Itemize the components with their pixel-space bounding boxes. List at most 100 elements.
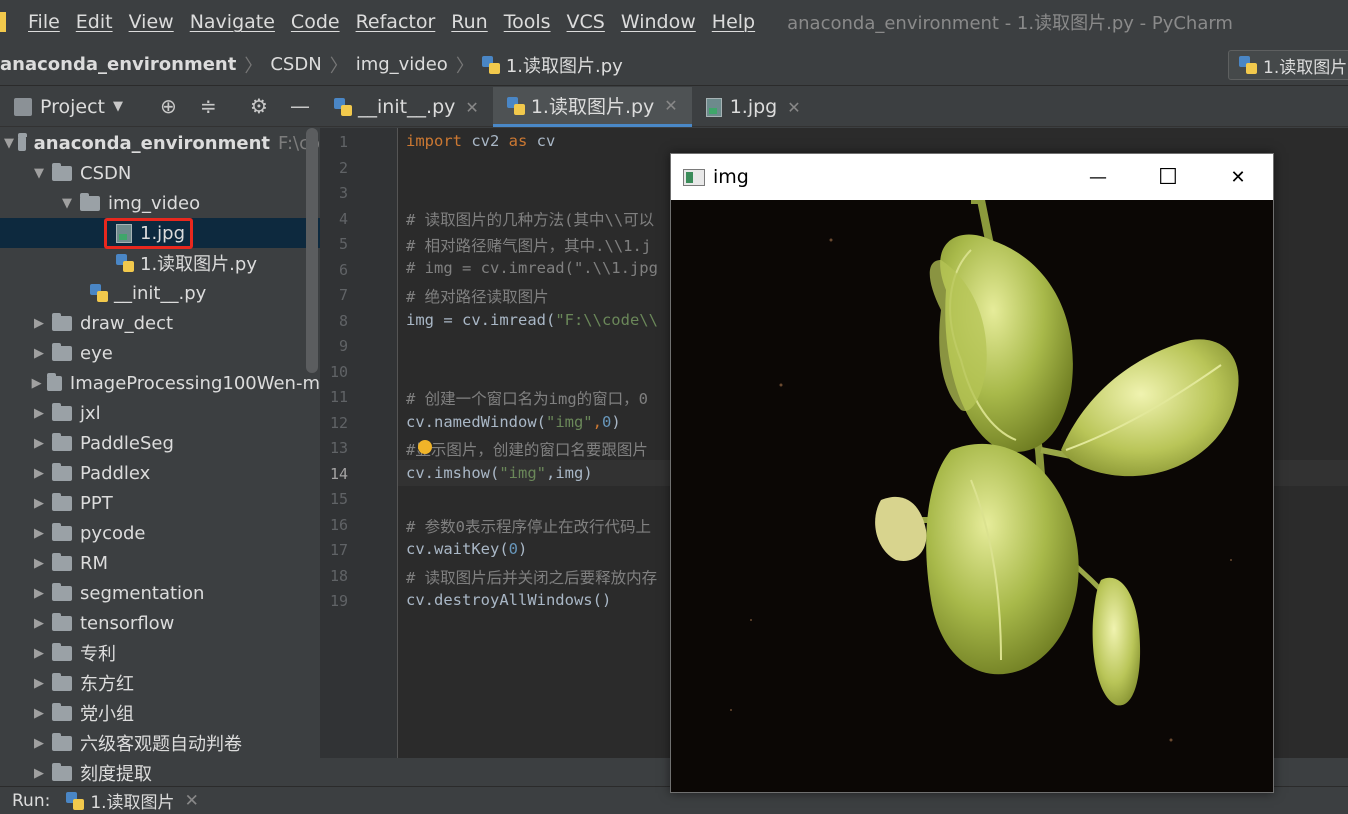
code-line[interactable]: # 绝对路径读取图片 [406,285,549,307]
minimize-button[interactable]: — [1063,154,1133,200]
line-number: 11 [329,388,348,406]
tree-item-folder[interactable]: ▶ PaddleSeg [0,428,320,458]
breadcrumb-img-video[interactable]: img_video [356,54,448,75]
tree-item-folder[interactable]: ▶ PPT [0,488,320,518]
opencv-image-window[interactable]: img — ☐ ✕ [670,153,1274,793]
code-line[interactable]: import cv2 as cv [406,132,555,150]
tree-item-folder[interactable]: ▶ draw_dect [0,308,320,338]
breadcrumb-file[interactable]: 1.读取图片.py [481,52,623,78]
image-window-titlebar[interactable]: img — ☐ ✕ [671,154,1273,200]
code-line[interactable]: cv.waitKey(0) [406,540,527,558]
code-line[interactable]: #显示图片，创建的窗口名要跟图片 [406,438,648,460]
folder-icon [18,132,27,151]
menu-window[interactable]: Window [613,11,704,33]
collapse-all-icon[interactable]: ≑ [200,94,217,118]
expand-arrow-icon[interactable]: ▶ [30,676,48,691]
expand-arrow-icon[interactable]: ▶ [30,316,48,331]
chevron-right-icon: 〉 [244,55,263,77]
expand-arrow-icon[interactable]: ▶ [30,406,48,421]
red-annotation-box [104,218,193,249]
expand-arrow-icon[interactable]: ▶ [30,556,48,571]
code-line[interactable]: # 读取图片的几种方法(其中\\可以 [406,208,654,230]
expand-arrow-icon[interactable]: ▼ [4,136,14,151]
expand-arrow-icon[interactable]: ▶ [30,466,48,481]
expand-arrow-icon[interactable]: ▼ [58,196,76,211]
tree-item-img-video[interactable]: ▼ img_video [0,188,320,218]
tree-item-root[interactable]: ▼ anaconda_environment F:\co [0,128,320,158]
menu-tools[interactable]: Tools [496,11,559,33]
tree-item-label: CSDN [80,162,132,184]
lightbulb-icon[interactable] [418,440,432,454]
code-line[interactable]: cv.namedWindow("img",0) [406,413,621,431]
chevron-down-icon[interactable]: ▼ [113,99,123,114]
tree-item-label: img_video [108,192,201,214]
close-window-button[interactable]: ✕ [1203,154,1273,200]
expand-arrow-icon[interactable]: ▶ [30,436,48,451]
tree-item-folder[interactable]: ▶ ImageProcessing100Wen-m [0,368,320,398]
menu-code[interactable]: Code [283,11,348,33]
close-icon[interactable]: ✕ [664,96,677,115]
maximize-button[interactable]: ☐ [1133,154,1203,200]
tab-init-py[interactable]: __init__.py ✕ [320,87,493,127]
tree-item-folder[interactable]: ▶ eye [0,338,320,368]
tree-scrollbar[interactable] [306,128,318,373]
expand-arrow-icon[interactable]: ▶ [30,616,48,631]
tree-item-folder[interactable]: ▶ RM [0,548,320,578]
menu-navigate[interactable]: Navigate [182,11,283,33]
menu-run[interactable]: Run [443,11,495,33]
tree-item-folder[interactable]: ▶ 刻度提取 [0,758,320,786]
expand-arrow-icon[interactable]: ▶ [30,376,43,391]
menu-refactor[interactable]: Refactor [348,11,444,33]
menu-file[interactable]: File [20,11,68,33]
tab-read-image-py[interactable]: 1.读取图片.py ✕ [492,87,692,127]
menu-edit[interactable]: Edit [68,11,121,33]
tree-item-folder[interactable]: ▶ pycode [0,518,320,548]
close-icon[interactable]: ✕ [465,98,478,117]
tree-item-folder[interactable]: ▶ Paddlex [0,458,320,488]
tree-item-init-py[interactable]: __init__.py [0,278,320,308]
run-configuration-selector[interactable]: 1.读取图片 [1228,50,1348,80]
expand-arrow-icon[interactable]: ▶ [30,526,48,541]
python-file-icon [1239,56,1257,74]
tree-item-folder[interactable]: ▶ jxl [0,398,320,428]
code-line[interactable]: cv.imshow("img",img) [406,464,593,482]
breadcrumb-csdn[interactable]: CSDN [270,54,321,75]
code-line[interactable]: img = cv.imread("F:\\code\\ [406,311,658,329]
tree-item-read-image-py[interactable]: 1.读取图片.py [0,248,320,278]
tree-item-folder[interactable]: ▶ 党小组 [0,698,320,728]
close-icon[interactable]: ✕ [787,98,800,117]
code-line[interactable]: # 创建一个窗口名为img的窗口，0 [406,387,648,409]
close-icon[interactable]: ✕ [185,791,199,811]
tab-label: __init__.py [358,96,456,118]
tab-1-jpg[interactable]: 1.jpg ✕ [692,87,815,127]
code-line[interactable]: cv.destroyAllWindows() [406,591,611,609]
gear-icon[interactable]: ⚙ [250,94,268,118]
locate-target-icon[interactable]: ⊕ [160,94,177,118]
tree-item-folder[interactable]: ▶ 东方红 [0,668,320,698]
hide-panel-icon[interactable]: — [290,94,310,118]
tree-item-folder[interactable]: ▶ tensorflow [0,608,320,638]
run-config-tab[interactable]: 1.读取图片 [90,788,174,813]
code-line[interactable]: # 参数0表示程序停止在改行代码上 [406,515,651,537]
project-view-selector[interactable]: Project [40,96,105,118]
expand-arrow-icon[interactable]: ▶ [30,346,48,361]
expand-arrow-icon[interactable]: ▶ [30,706,48,721]
folder-icon [52,732,72,751]
menu-help[interactable]: Help [704,11,763,33]
breadcrumb-root[interactable]: anaconda_environment [0,54,236,75]
menu-vcs[interactable]: VCS [559,11,613,33]
code-line[interactable]: # img = cv.imread(".\\1.jpg [406,259,658,277]
expand-arrow-icon[interactable]: ▶ [30,766,48,781]
tree-item-folder[interactable]: ▶ 专利 [0,638,320,668]
tree-item-folder[interactable]: ▶ 六级客观题自动判卷 [0,728,320,758]
tree-item-folder[interactable]: ▶ segmentation [0,578,320,608]
tree-item-csdn[interactable]: ▼ CSDN [0,158,320,188]
expand-arrow-icon[interactable]: ▶ [30,736,48,751]
expand-arrow-icon[interactable]: ▶ [30,496,48,511]
expand-arrow-icon[interactable]: ▶ [30,646,48,661]
expand-arrow-icon[interactable]: ▶ [30,586,48,601]
menu-view[interactable]: View [121,11,182,33]
expand-arrow-icon[interactable]: ▼ [30,166,48,181]
code-line[interactable]: # 相对路径赌气图片，其中.\\1.j [406,234,651,256]
code-line[interactable]: # 读取图片后并关闭之后要释放内存 [406,566,657,588]
